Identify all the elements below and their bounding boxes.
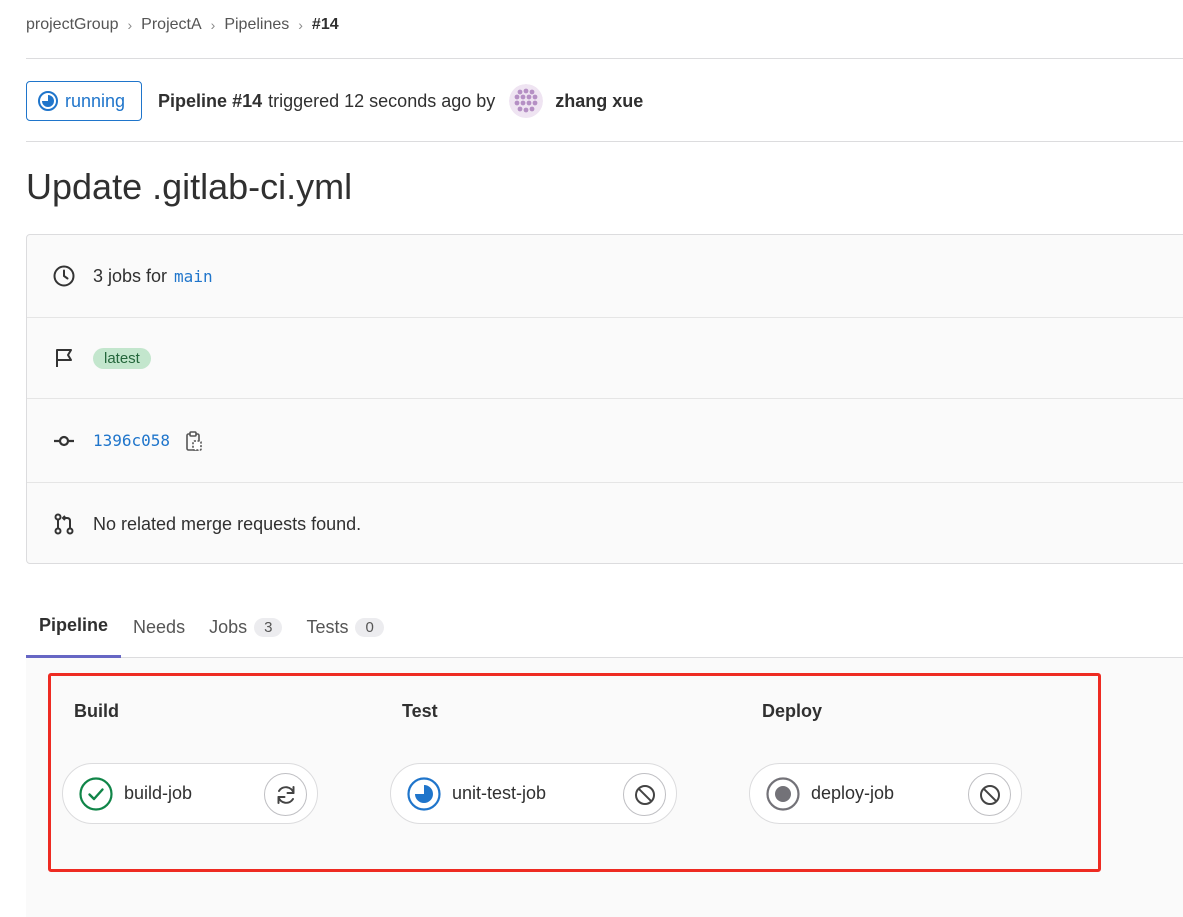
retry-icon[interactable] <box>264 773 307 816</box>
status-running-icon <box>406 776 442 812</box>
stage-title-deploy: Deploy <box>762 701 823 721</box>
tab-jobs[interactable]: Jobs 3 <box>209 596 283 658</box>
commit-icon <box>52 429 76 453</box>
author-link[interactable]: zhang xue <box>555 91 643 112</box>
merge-request-icon <box>52 512 76 536</box>
chevron-right-icon: › <box>210 17 216 33</box>
chevron-right-icon: › <box>298 17 303 33</box>
job-name: unit-test-job <box>452 783 547 803</box>
cancel-icon[interactable] <box>623 773 666 816</box>
status-running-icon <box>38 91 58 111</box>
branch-link[interactable]: main <box>174 267 213 286</box>
page-title: Update .gitlab-ci.yml <box>26 166 353 207</box>
tab-pipeline[interactable]: Pipeline <box>26 596 122 658</box>
tab-count-badge: 0 <box>355 617 384 637</box>
tab-label: Pipeline <box>39 615 109 635</box>
breadcrumb-item-project-group[interactable]: projectGroup <box>26 16 119 34</box>
status-created-icon <box>765 776 801 812</box>
divider <box>26 58 1183 59</box>
badges-row: latest <box>27 317 1183 398</box>
commit-row: 1396c058 <box>27 398 1183 482</box>
flag-icon <box>52 346 76 370</box>
tab-count-badge: 3 <box>254 617 283 637</box>
tab-label: Jobs <box>209 616 248 637</box>
job-name: build-job <box>124 783 193 803</box>
stage-title-test: Test <box>402 701 438 721</box>
merge-requests-text: No related merge requests found. <box>93 513 362 534</box>
divider <box>26 141 1183 142</box>
breadcrumb: projectGroup › ProjectA › Pipelines › #1… <box>26 14 339 36</box>
pipeline-label: Pipeline #14 <box>158 90 263 111</box>
tab-label: Tests <box>306 616 349 637</box>
cancel-icon[interactable] <box>968 773 1011 816</box>
status-success-icon <box>78 776 114 812</box>
status-label: running <box>65 90 126 111</box>
pipeline-header: running Pipeline #14 triggered 12 second… <box>26 81 643 121</box>
job-unit-test-job[interactable]: unit-test-job <box>390 763 677 824</box>
clock-icon <box>52 264 76 288</box>
breadcrumb-item-pipeline-id[interactable]: #14 <box>312 16 339 34</box>
breadcrumb-item-project[interactable]: ProjectA <box>141 16 201 34</box>
pipeline-tabs: Pipeline Needs Jobs 3 Tests 0 <box>26 596 1183 658</box>
job-deploy-job[interactable]: deploy-job <box>749 763 1022 824</box>
chevron-right-icon: › <box>127 17 133 33</box>
stage-title-build: Build <box>74 701 119 721</box>
breadcrumb-item-pipelines[interactable]: Pipelines <box>224 16 289 34</box>
status-badge[interactable]: running <box>26 81 143 121</box>
latest-badge: latest <box>93 347 151 369</box>
commit-sha-link[interactable]: 1396c058 <box>93 431 170 450</box>
avatar[interactable] <box>509 84 544 118</box>
pipeline-info-box: 3 jobs for main latest 1396c058 No relat… <box>26 234 1183 564</box>
jobs-row: 3 jobs for main <box>27 235 1183 317</box>
job-name: deploy-job <box>811 783 895 803</box>
jobs-count-text: 3 jobs for <box>93 265 168 286</box>
copy-icon[interactable] <box>184 430 204 452</box>
job-build-job[interactable]: build-job <box>62 763 318 824</box>
tab-tests[interactable]: Tests 0 <box>306 596 384 658</box>
triggered-text: triggered 12 seconds ago by <box>268 90 496 111</box>
tab-needs[interactable]: Needs <box>133 596 185 658</box>
tab-label: Needs <box>133 616 186 637</box>
merge-requests-row: No related merge requests found. <box>27 482 1183 565</box>
